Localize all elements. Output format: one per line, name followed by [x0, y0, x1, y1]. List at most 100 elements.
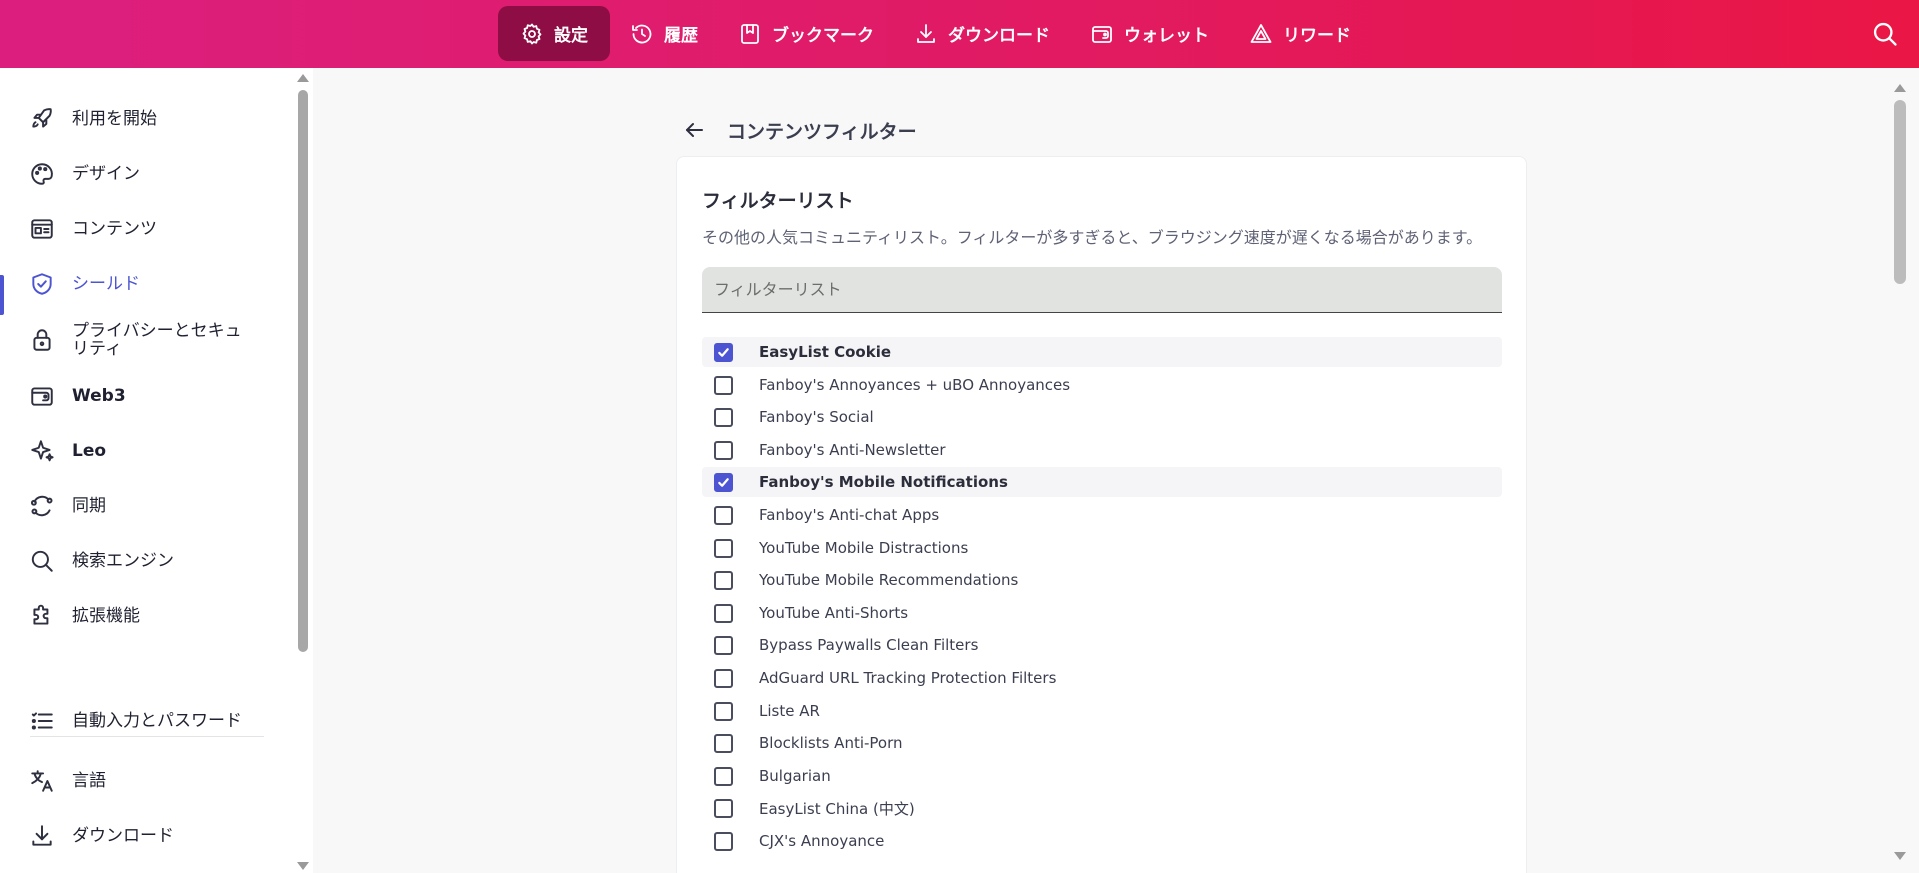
filter-list-item[interactable]: CJX's Annoyance	[702, 826, 1502, 856]
checkbox-checked[interactable]	[714, 343, 733, 362]
sidebar-item-web3[interactable]: Web3	[0, 376, 280, 416]
filter-list-item[interactable]: YouTube Anti-Shorts	[702, 598, 1502, 628]
checkbox-unchecked[interactable]	[714, 408, 733, 427]
sidebar-scrollbar-thumb[interactable]	[298, 90, 308, 652]
filter-list-item[interactable]: Blocklists Anti-Porn	[702, 728, 1502, 758]
filter-list-item[interactable]: YouTube Mobile Distractions	[702, 533, 1502, 563]
checkbox-unchecked[interactable]	[714, 539, 733, 558]
tab-rewards-label: リワード	[1283, 26, 1351, 46]
main-scrollbar-thumb[interactable]	[1894, 100, 1906, 284]
sidebar-item-get-started[interactable]: 利用を開始	[0, 99, 280, 139]
checkbox-unchecked[interactable]	[714, 799, 733, 818]
sidebar-item-label: 同期	[72, 496, 106, 516]
main-scroll-up-arrow[interactable]	[1894, 84, 1906, 92]
filter-list-item[interactable]: Bypass Paywalls Clean Filters	[702, 630, 1502, 660]
filter-list-item[interactable]: Fanboy's Anti-Newsletter	[702, 435, 1502, 465]
tab-settings[interactable]: 設定	[498, 6, 610, 61]
wallet-icon	[29, 383, 55, 409]
tab-rewards[interactable]: リワード	[1229, 6, 1371, 61]
filter-list-item-label: Fanboy's Social	[759, 408, 874, 426]
sidebar-item-downloads[interactable]: ダウンロード	[0, 816, 280, 856]
checkbox-unchecked[interactable]	[714, 441, 733, 460]
sidebar-item-label: 自動入力とパスワード	[72, 711, 242, 731]
tab-downloads-label: ダウンロード	[948, 26, 1050, 46]
sidebar-scroll-down-arrow[interactable]	[297, 862, 309, 870]
checkbox-unchecked[interactable]	[714, 702, 733, 721]
sidebar-item-shields[interactable]: シールド	[0, 264, 280, 304]
filter-list-item-label: Liste AR	[759, 702, 820, 720]
checkbox-unchecked[interactable]	[714, 506, 733, 525]
list-icon	[29, 708, 55, 734]
sidebar-item-autofill-passwords[interactable]: 自動入力とパスワード	[0, 697, 280, 745]
settings-sidebar: 利用を開始 デザイン コンテンツ シールド プライバシーとセキュリティ Web3…	[0, 68, 293, 873]
sidebar-item-label: 利用を開始	[72, 109, 157, 129]
filter-list-item[interactable]: YouTube Mobile Recommendations	[702, 565, 1502, 595]
tab-bookmarks-label: ブックマーク	[772, 26, 874, 46]
filter-list-item[interactable]: EasyList Cookie	[702, 337, 1502, 367]
top-navigation-bar: 設定 履歴 ブックマーク ダウンロード ウォレット リワード	[0, 0, 1919, 68]
back-button[interactable]	[682, 118, 706, 142]
filter-list-item-label: Fanboy's Anti-chat Apps	[759, 506, 940, 524]
tab-history[interactable]: 履歴	[610, 6, 718, 61]
sidebar-item-label: ダウンロード	[72, 826, 174, 846]
filter-list-item-label: Fanboy's Annoyances + uBO Annoyances	[759, 376, 1071, 394]
sidebar-item-languages[interactable]: 言語	[0, 761, 280, 801]
search-icon	[29, 548, 55, 574]
download-icon	[29, 823, 55, 849]
filter-list-item[interactable]: AdGuard URL Tracking Protection Filters	[702, 663, 1502, 693]
sidebar-item-design[interactable]: デザイン	[0, 154, 280, 194]
sidebar-item-leo[interactable]: Leo	[0, 431, 280, 471]
arrow-left-icon	[686, 123, 703, 137]
tab-wallet[interactable]: ウォレット	[1070, 6, 1229, 61]
sidebar-item-search-engine[interactable]: 検索エンジン	[0, 541, 280, 581]
checkbox-unchecked[interactable]	[714, 832, 733, 851]
filter-list-item-label: Fanboy's Anti-Newsletter	[759, 441, 946, 459]
sidebar-scroll-up-arrow[interactable]	[297, 74, 309, 82]
filter-list-item[interactable]: Fanboy's Social	[702, 402, 1502, 432]
checkbox-unchecked[interactable]	[714, 669, 733, 688]
filter-list-item-label: CJX's Annoyance	[759, 832, 885, 850]
checkbox-unchecked[interactable]	[714, 636, 733, 655]
page-title: コンテンツフィルター	[727, 121, 917, 143]
checkbox-checked[interactable]	[714, 473, 733, 492]
filter-list-item-label: YouTube Mobile Recommendations	[759, 571, 1019, 589]
sidebar-item-label: 検索エンジン	[72, 551, 174, 571]
filter-list-item-label: Bulgarian	[759, 767, 831, 785]
sparkle-icon	[29, 438, 55, 464]
filter-list-item[interactable]: Bulgarian	[702, 761, 1502, 791]
tab-settings-label: 設定	[554, 26, 588, 46]
sidebar-item-content[interactable]: コンテンツ	[0, 209, 280, 249]
sidebar-item-label: コンテンツ	[72, 219, 157, 239]
sidebar-item-label: 言語	[72, 771, 106, 791]
filter-list-item[interactable]: Fanboy's Annoyances + uBO Annoyances	[702, 370, 1502, 400]
filter-list-item[interactable]: EasyList China (中文)	[702, 793, 1502, 823]
checkbox-unchecked[interactable]	[714, 767, 733, 786]
checkbox-unchecked[interactable]	[714, 734, 733, 753]
sidebar-item-privacy-security[interactable]: プライバシーとセキュリティ	[0, 316, 280, 364]
filter-list-item-label: Bypass Paywalls Clean Filters	[759, 636, 979, 654]
sidebar-item-label: 拡張機能	[72, 606, 140, 626]
tab-downloads[interactable]: ダウンロード	[894, 6, 1070, 61]
download-icon	[917, 23, 935, 43]
filter-list-item[interactable]: Liste AR	[702, 696, 1502, 726]
checkbox-unchecked[interactable]	[714, 571, 733, 590]
card-title: フィルターリスト	[702, 190, 854, 212]
filter-list-item[interactable]: Fanboy's Mobile Notifications	[702, 467, 1502, 497]
sidebar-item-sync[interactable]: 同期	[0, 486, 280, 526]
top-search-button[interactable]	[1871, 20, 1899, 48]
palette-icon	[29, 161, 55, 187]
filter-list-item[interactable]: Fanboy's Anti-chat Apps	[702, 500, 1502, 530]
checkmark-icon	[718, 348, 729, 357]
filter-list-item-label: YouTube Anti-Shorts	[759, 604, 909, 622]
main-scroll-down-arrow[interactable]	[1894, 852, 1906, 860]
checkbox-unchecked[interactable]	[714, 376, 733, 395]
sync-icon	[29, 493, 55, 519]
bookmark-icon	[741, 23, 759, 44]
filter-lists-search-input[interactable]	[702, 267, 1502, 313]
filter-list-item-label: YouTube Mobile Distractions	[759, 539, 969, 557]
checkbox-unchecked[interactable]	[714, 604, 733, 623]
wallet-icon	[1092, 25, 1112, 43]
sidebar-item-extensions[interactable]: 拡張機能	[0, 596, 280, 636]
tab-bookmarks[interactable]: ブックマーク	[718, 6, 894, 61]
content-icon	[29, 216, 55, 242]
